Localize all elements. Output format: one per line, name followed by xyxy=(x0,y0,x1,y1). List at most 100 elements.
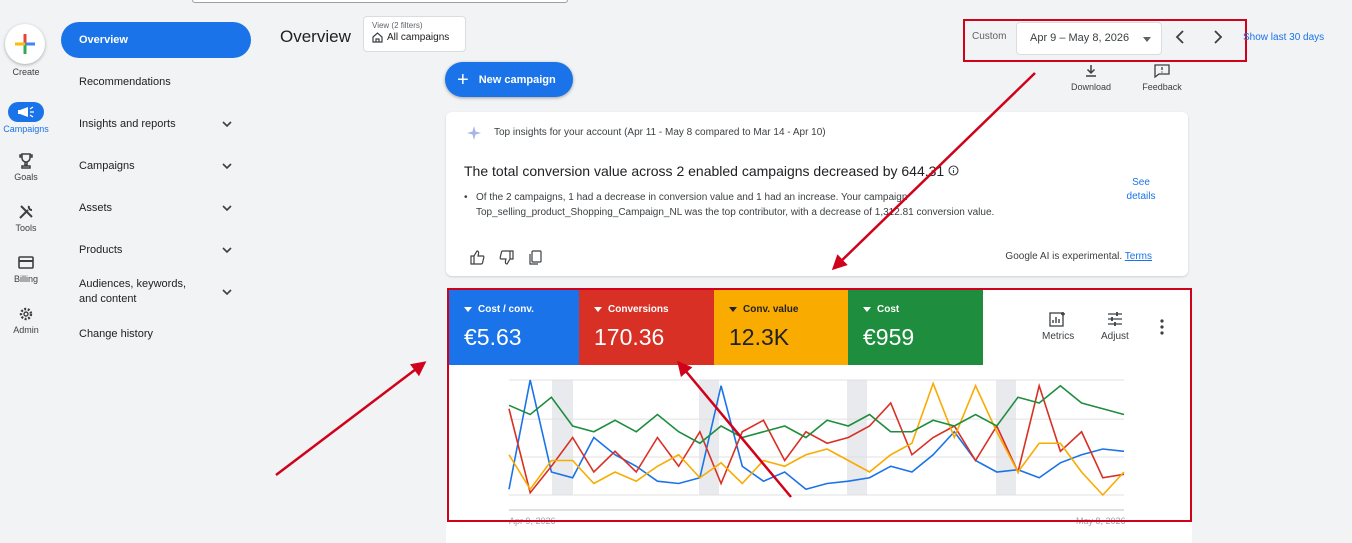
chevron-down-icon xyxy=(222,205,232,212)
metric-label: Cost xyxy=(863,304,983,315)
sparkle-icon xyxy=(467,126,481,140)
download-label: Download xyxy=(1070,82,1112,92)
metrics-button[interactable]: Metrics xyxy=(1042,311,1074,342)
nav-item-label: Campaigns xyxy=(79,160,135,172)
dropdown-icon xyxy=(729,307,737,312)
new-campaign-label: New campaign xyxy=(478,73,556,86)
view-filter-text: All campaigns xyxy=(387,32,450,43)
metric-label-text: Conversions xyxy=(608,304,669,315)
terms-link[interactable]: Terms xyxy=(1125,251,1152,262)
download-button[interactable]: Download xyxy=(1061,64,1121,92)
metric-label-text: Cost xyxy=(877,304,900,315)
nav-item-label: Products xyxy=(79,244,123,256)
metric-label: Cost / conv. xyxy=(464,304,579,315)
new-campaign-button[interactable]: + New campaign xyxy=(445,62,573,97)
rail-item-billing-label: Billing xyxy=(13,274,38,284)
chevron-down-icon xyxy=(222,247,232,254)
insights-heading: Top insights for your account (Apr 11 - … xyxy=(494,127,826,138)
metric-label: Conv. value xyxy=(729,304,848,315)
metric-value: €5.63 xyxy=(464,324,522,350)
view-filter-value: All campaigns xyxy=(372,32,465,43)
chevron-down-icon xyxy=(222,289,232,296)
custom-label: Custom xyxy=(972,31,1007,42)
nav-item-label: Change history xyxy=(79,328,153,340)
metric-value: €959 xyxy=(863,324,915,350)
nav-item-products[interactable]: Products xyxy=(61,232,251,268)
metric-label-text: Cost / conv. xyxy=(478,304,534,315)
nav-item-label: Assets xyxy=(79,202,113,214)
metrics-label: Metrics xyxy=(1042,331,1075,342)
nav-item-label: Overview xyxy=(79,34,128,46)
search-bar[interactable] xyxy=(192,0,568,3)
view-filter-sublabel: View (2 filters) xyxy=(372,21,423,30)
nav-item-campaigns[interactable]: Campaigns xyxy=(61,148,251,184)
metric-tile-conv-value[interactable]: Conv. value 12.3K xyxy=(714,290,848,365)
dropdown-icon xyxy=(863,307,871,312)
performance-chart xyxy=(449,365,1190,520)
rail-item-admin-label: Admin xyxy=(13,325,39,335)
tools-icon xyxy=(15,203,37,221)
x-axis-end-label: May 8, 2026 xyxy=(1076,516,1126,526)
create-label: Create xyxy=(12,67,40,77)
page-title: Overview xyxy=(280,27,351,46)
nav-item-label: Audiences, keywords, and content xyxy=(79,278,186,305)
insights-card: Top insights for your account (Apr 11 - … xyxy=(446,112,1188,276)
tune-icon xyxy=(1107,312,1122,326)
line-chart-svg xyxy=(508,379,1125,511)
insights-title-text: The total conversion value across 2 enab… xyxy=(464,163,945,179)
trophy-icon xyxy=(15,152,37,170)
plus-icon: + xyxy=(457,68,469,91)
view-filter-button[interactable]: View (2 filters) All campaigns xyxy=(363,16,466,52)
rail-item-campaigns[interactable]: Campaigns xyxy=(0,102,52,134)
nav-item-label: Insights and reports xyxy=(79,118,176,130)
google-ads-overview: Create Campaigns Goals Tools Billing Adm… xyxy=(0,0,1352,543)
thumbs-down-icon[interactable] xyxy=(499,250,514,265)
rail-item-goals[interactable]: Goals xyxy=(0,152,52,182)
rail-item-admin[interactable]: Admin xyxy=(0,305,52,335)
rail-item-tools[interactable]: Tools xyxy=(0,203,52,233)
download-icon xyxy=(1086,65,1096,77)
see-details-link[interactable]: See details xyxy=(1121,176,1161,204)
insights-body: Of the 2 campaigns, 1 had a decrease in … xyxy=(464,190,1066,220)
chevron-right-icon[interactable] xyxy=(1208,28,1226,46)
series-line-0 xyxy=(508,379,1125,491)
arrow-left-to-tiles xyxy=(275,361,427,476)
chevron-left-icon[interactable] xyxy=(1172,28,1190,46)
copy-icon[interactable] xyxy=(528,250,543,265)
left-rail: Create Campaigns Goals Tools Billing Adm… xyxy=(0,0,52,543)
adjust-button[interactable]: Adjust xyxy=(1101,311,1129,342)
rail-item-tools-label: Tools xyxy=(15,223,37,233)
create-button[interactable] xyxy=(5,24,45,64)
show-last-30-days-link[interactable]: Show last 30 days xyxy=(1243,32,1324,43)
metric-tile-conversions[interactable]: Conversions 170.36 xyxy=(579,290,714,365)
chevron-down-icon xyxy=(222,121,232,128)
metric-tile-cost-per-conv[interactable]: Cost / conv. €5.63 xyxy=(449,290,579,365)
weekend-band xyxy=(847,380,867,495)
chevron-down-icon xyxy=(222,163,232,170)
caret-down-icon xyxy=(1143,37,1151,42)
metric-value: 12.3K xyxy=(729,324,790,350)
nav-item-change-history[interactable]: Change history xyxy=(61,316,251,352)
rail-item-billing[interactable]: Billing xyxy=(0,254,52,284)
thumbs-up-icon[interactable] xyxy=(470,250,485,265)
home-icon xyxy=(372,32,383,43)
feedback-button[interactable]: Feedback xyxy=(1132,64,1192,92)
nav-item-label: Recommendations xyxy=(79,76,171,88)
nav-item-recommendations[interactable]: Recommendations xyxy=(61,64,251,100)
gear-icon xyxy=(15,305,37,323)
metric-tile-cost[interactable]: Cost €959 xyxy=(848,290,983,365)
dropdown-icon xyxy=(594,307,602,312)
metric-value: 170.36 xyxy=(594,324,665,350)
nav-item-overview[interactable]: Overview xyxy=(61,22,251,58)
metric-label-text: Conv. value xyxy=(743,304,799,315)
rail-item-goals-label: Goals xyxy=(14,172,38,182)
feedback-icons xyxy=(470,250,543,265)
nav-item-assets[interactable]: Assets xyxy=(61,190,251,226)
nav-item-insights-and-reports[interactable]: Insights and reports xyxy=(61,106,251,142)
date-range-value: Apr 9 – May 8, 2026 xyxy=(1030,32,1130,44)
nav-item-audiences[interactable]: Audiences, keywords, and content xyxy=(61,270,232,314)
ai-note-text: Google AI is experimental. xyxy=(1005,251,1123,262)
date-range-picker[interactable]: Apr 9 – May 8, 2026 xyxy=(1016,22,1162,55)
credit-card-icon xyxy=(15,254,37,272)
more-vert-icon[interactable] xyxy=(1157,318,1167,336)
